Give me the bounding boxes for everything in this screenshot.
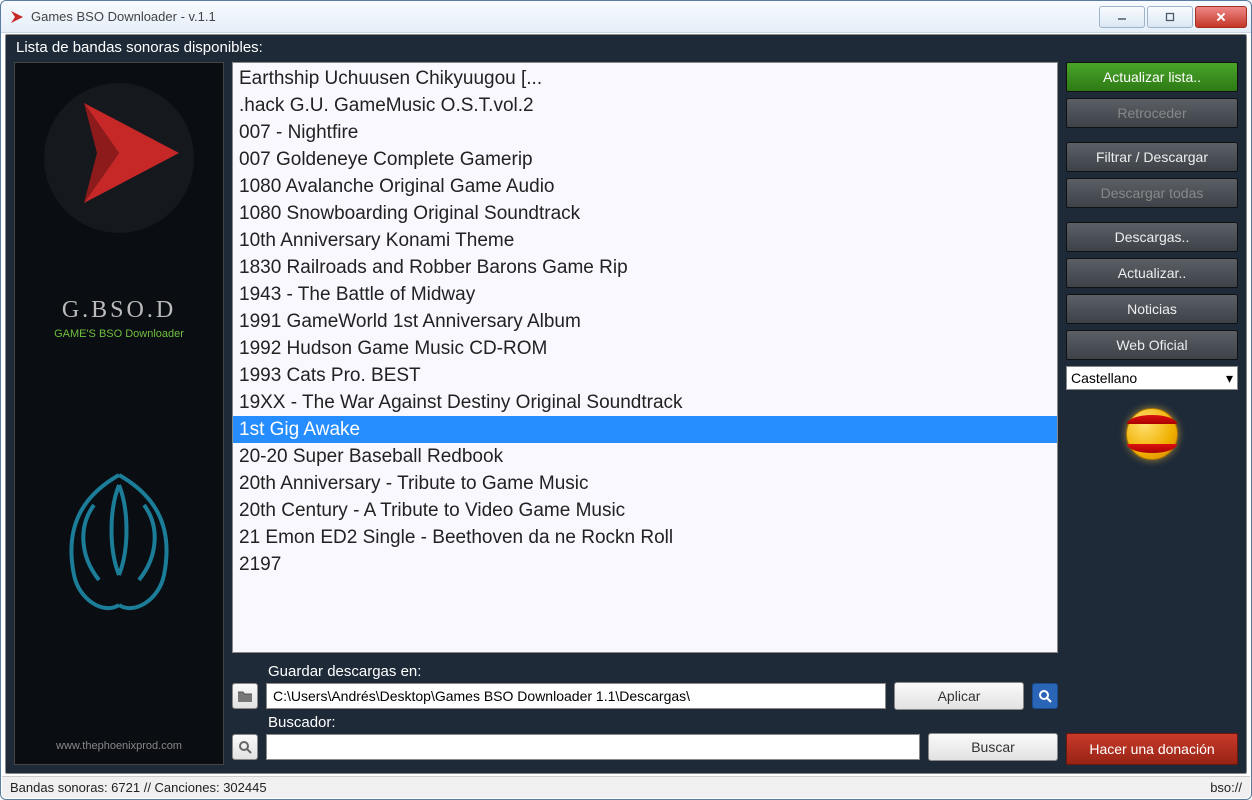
- news-button[interactable]: Noticias: [1066, 294, 1238, 324]
- search-label: Buscador:: [268, 714, 1058, 731]
- list-item[interactable]: 1st Gig Awake: [233, 416, 1057, 443]
- logo-url: www.thephoenixprod.com: [56, 740, 182, 752]
- list-item[interactable]: 1991 GameWorld 1st Anniversary Album: [233, 308, 1057, 335]
- search-icon: [238, 740, 252, 754]
- search-icon-button[interactable]: [232, 734, 258, 760]
- list-item[interactable]: 1992 Hudson Game Music CD-ROM: [233, 335, 1057, 362]
- list-item[interactable]: 20th Century - A Tribute to Video Game M…: [233, 497, 1057, 524]
- list-item[interactable]: 19XX - The War Against Destiny Original …: [233, 389, 1057, 416]
- logo-panel: G.BSO.D GAME'S BSO Downloader www.thepho…: [14, 62, 224, 765]
- list-item[interactable]: 20-20 Super Baseball Redbook: [233, 443, 1057, 470]
- window-title: Games BSO Downloader - v.1.1: [31, 9, 1099, 24]
- app-logo-graphic: [29, 73, 209, 253]
- main-row: G.BSO.D GAME'S BSO Downloader www.thepho…: [6, 62, 1246, 773]
- list-item[interactable]: 21 Emon ED2 Single - Beethoven da ne Roc…: [233, 524, 1057, 551]
- logo-top: G.BSO.D GAME'S BSO Downloader: [29, 73, 209, 340]
- center-column: Earthship Uchuusen Chikyuugou [....hack …: [232, 62, 1058, 765]
- status-right: bso://: [1210, 780, 1242, 795]
- chevron-down-icon: ▾: [1226, 370, 1233, 387]
- window-controls: [1099, 6, 1247, 28]
- donate-button[interactable]: Hacer una donación: [1066, 733, 1238, 765]
- update-list-button[interactable]: Actualizar lista..: [1066, 62, 1238, 92]
- list-item[interactable]: 007 - Nightfire: [233, 119, 1057, 146]
- inputs-block: Guardar descargas en: Aplicar Buscador:: [232, 663, 1058, 765]
- titlebar: Games BSO Downloader - v.1.1: [1, 1, 1251, 33]
- filter-download-button[interactable]: Filtrar / Descargar: [1066, 142, 1238, 172]
- list-item[interactable]: 1080 Avalanche Original Game Audio: [233, 173, 1057, 200]
- list-item[interactable]: 1943 - The Battle of Midway: [233, 281, 1057, 308]
- flag-wrap: [1066, 408, 1238, 460]
- list-item[interactable]: 1993 Cats Pro. BEST: [233, 362, 1057, 389]
- apply-button[interactable]: Aplicar: [894, 682, 1024, 710]
- app-body: Lista de bandas sonoras disponibles: G.B…: [5, 34, 1247, 774]
- logo-bottom-graphic: [24, 455, 214, 625]
- update-button[interactable]: Actualizar..: [1066, 258, 1238, 288]
- search-path-button[interactable]: [1032, 683, 1058, 709]
- list-item[interactable]: .hack G.U. GameMusic O.S.T.vol.2: [233, 92, 1057, 119]
- download-all-button[interactable]: Descargar todas: [1066, 178, 1238, 208]
- search-input[interactable]: [266, 734, 920, 760]
- language-select[interactable]: Castellano ▾: [1066, 366, 1238, 390]
- folder-icon: [237, 689, 253, 703]
- list-item[interactable]: 1080 Snowboarding Original Soundtrack: [233, 200, 1057, 227]
- search-button[interactable]: Buscar: [928, 733, 1058, 761]
- soundtrack-listbox[interactable]: Earthship Uchuusen Chikyuugou [....hack …: [232, 62, 1058, 653]
- downloads-button[interactable]: Descargas..: [1066, 222, 1238, 252]
- list-item[interactable]: 007 Goldeneye Complete Gamerip: [233, 146, 1057, 173]
- list-header-label: Lista de bandas sonoras disponibles:: [6, 35, 1246, 62]
- minimize-button[interactable]: [1099, 6, 1145, 28]
- list-item[interactable]: 20th Anniversary - Tribute to Game Music: [233, 470, 1057, 497]
- language-value: Castellano: [1071, 370, 1137, 386]
- back-button[interactable]: Retroceder: [1066, 98, 1238, 128]
- logo-name: G.BSO.D: [62, 297, 176, 324]
- logo-subtitle: GAME'S BSO Downloader: [54, 328, 184, 340]
- maximize-button[interactable]: [1147, 6, 1193, 28]
- close-button[interactable]: [1195, 6, 1247, 28]
- browse-folder-button[interactable]: [232, 683, 258, 709]
- window-frame: Games BSO Downloader - v.1.1 Lista de ba…: [0, 0, 1252, 800]
- search-icon: [1038, 689, 1052, 703]
- list-item[interactable]: 2197: [233, 551, 1057, 578]
- app-icon: [9, 9, 25, 25]
- official-web-button[interactable]: Web Oficial: [1066, 330, 1238, 360]
- save-path-label: Guardar descargas en:: [268, 663, 1058, 680]
- list-item[interactable]: 1830 Railroads and Robber Barons Game Ri…: [233, 254, 1057, 281]
- list-item[interactable]: 10th Anniversary Konami Theme: [233, 227, 1057, 254]
- sidebar: Actualizar lista.. Retroceder Filtrar / …: [1066, 62, 1238, 765]
- list-item[interactable]: Earthship Uchuusen Chikyuugou [...: [233, 65, 1057, 92]
- status-left: Bandas sonoras: 6721 // Canciones: 30244…: [10, 780, 267, 795]
- spain-flag-icon: [1126, 408, 1178, 460]
- save-path-input[interactable]: [266, 683, 886, 709]
- status-bar: Bandas sonoras: 6721 // Canciones: 30244…: [2, 776, 1250, 798]
